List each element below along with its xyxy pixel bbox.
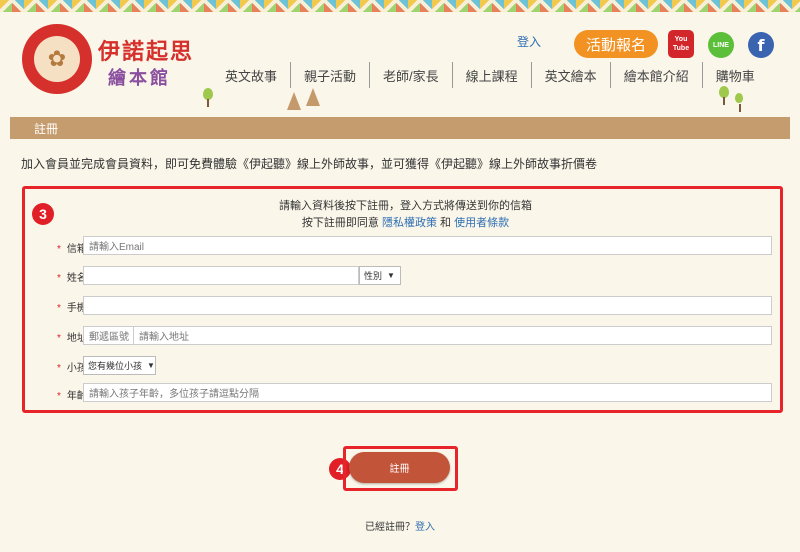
- nav-item-teachers-parents[interactable]: 老師/家長: [369, 62, 452, 88]
- nav-item-cart[interactable]: 購物車: [701, 62, 768, 88]
- email-field[interactable]: 請輸入Email: [83, 236, 772, 255]
- register-button[interactable]: 註冊: [349, 452, 450, 483]
- chevron-down-icon: ▼: [147, 361, 155, 370]
- already-registered-text: 已經註冊？: [365, 522, 415, 533]
- pine-tree-icon: [306, 88, 320, 106]
- brand-subtitle: 繪本館: [108, 68, 171, 89]
- footer-login-link[interactable]: 登入: [415, 522, 435, 533]
- gender-select[interactable]: 性別 ▼: [359, 266, 401, 285]
- tree-icon: [203, 88, 213, 107]
- children-age-field[interactable]: 請輸入孩子年齡，多位孩子請逗點分隔: [83, 383, 772, 402]
- children-count-select[interactable]: 您有幾位小孩 ▼: [83, 356, 156, 375]
- youtube-icon[interactable]: You Tube: [668, 30, 694, 58]
- header-login-link[interactable]: 登入: [517, 33, 541, 50]
- address-field[interactable]: 請輸入地址: [133, 326, 772, 345]
- line-icon[interactable]: LINE: [708, 32, 734, 58]
- zip-code-field[interactable]: 郵遞區號: [83, 326, 134, 345]
- form-instruction: 請輸入資料後按下註冊，登入方式將傳送到你的信箱: [279, 200, 532, 212]
- form-consent: 按下註冊即同意 隱私權政策 和 使用者條款: [25, 214, 786, 230]
- nav-item-english-books[interactable]: 英文繪本: [530, 62, 610, 88]
- terms-of-use-link[interactable]: 使用者條款: [454, 217, 509, 229]
- decorative-top-strip: [0, 0, 800, 12]
- required-mark: *: [57, 303, 61, 314]
- required-mark: *: [57, 273, 61, 284]
- required-mark: *: [57, 244, 61, 255]
- required-mark: *: [57, 333, 61, 344]
- already-registered: 已經註冊？登入: [0, 518, 800, 533]
- pine-tree-icon: [287, 92, 301, 110]
- consent-and: 和: [440, 217, 452, 229]
- nav-item-about[interactable]: 繪本館介紹: [609, 62, 702, 88]
- nav-item-english-stories[interactable]: 英文故事: [212, 62, 290, 88]
- intro-text: 加入會員並完成會員資料，即可免費體驗《伊起聽》線上外師故事，並可獲得《伊起聽》線…: [21, 157, 598, 171]
- nav-item-family-activities[interactable]: 親子活動: [290, 62, 369, 88]
- privacy-policy-link[interactable]: 隱私權政策: [382, 217, 437, 229]
- rabbit-logo-icon: ✿: [34, 36, 80, 82]
- children-select-value: 您有幾位小孩: [88, 361, 143, 371]
- facebook-icon[interactable]: f: [748, 32, 774, 58]
- brand-name: 伊諾起思: [98, 39, 195, 65]
- required-mark: *: [57, 363, 61, 374]
- registration-form: 3 請輸入資料後按下註冊，登入方式將傳送到你的信箱 按下註冊即同意 隱私權政策 …: [22, 186, 783, 413]
- main-nav: 英文故事 親子活動 老師/家長 線上課程 英文繪本 繪本館介紹 購物車: [212, 62, 768, 88]
- breadcrumb: 註冊: [10, 117, 790, 139]
- nav-item-online-courses[interactable]: 線上課程: [451, 62, 531, 88]
- youtube-label-top: You: [674, 36, 688, 43]
- event-signup-button[interactable]: 活動報名: [574, 30, 658, 58]
- facebook-label: f: [757, 35, 765, 55]
- tree-icon: [719, 86, 729, 105]
- breadcrumb-current: 註冊: [34, 121, 59, 136]
- line-label: LINE: [713, 41, 729, 49]
- chevron-down-icon: ▼: [387, 271, 395, 280]
- youtube-label-bottom: Tube: [672, 45, 690, 52]
- name-field[interactable]: [83, 266, 359, 285]
- phone-field[interactable]: [83, 296, 772, 315]
- tree-icon: [735, 93, 743, 112]
- consent-prefix: 按下註冊即同意: [301, 217, 379, 229]
- logo[interactable]: ✿: [22, 24, 92, 94]
- gender-select-value: 性別: [364, 271, 383, 281]
- required-mark: *: [57, 391, 61, 402]
